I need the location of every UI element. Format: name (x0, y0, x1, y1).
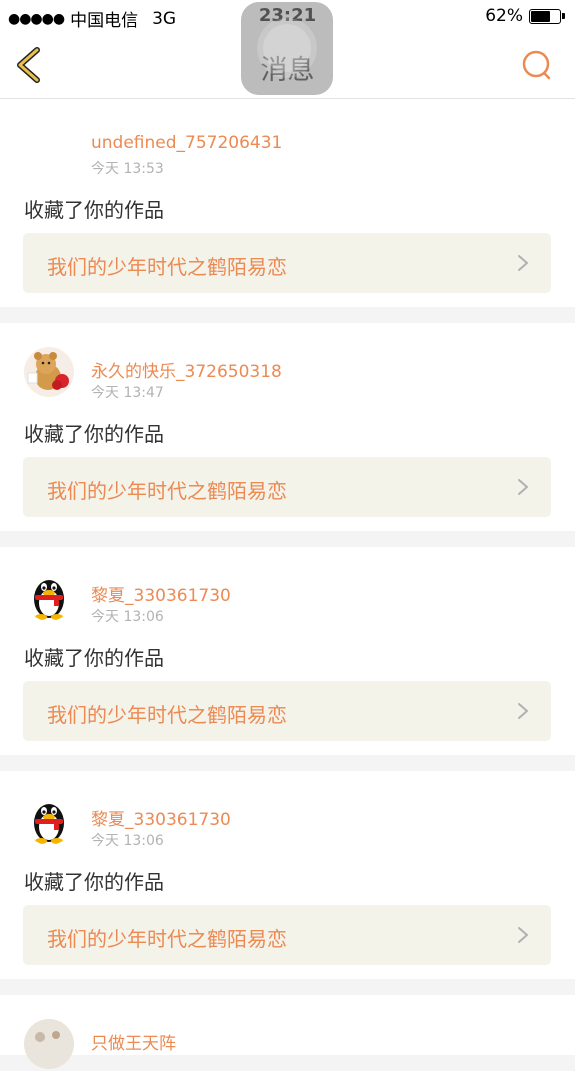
battery-cap (562, 13, 565, 19)
chevron-right-icon (518, 479, 528, 495)
avatar[interactable] (24, 795, 74, 845)
work-link[interactable]: 我们的少年时代之鹤陌易恋 (23, 681, 551, 741)
timestamp: 今天 13:47 (91, 385, 164, 401)
notification-card: undefined_757206431 今天 13:53 收藏了你的作品 我们的… (0, 99, 575, 307)
work-title: 我们的少年时代之鹤陌易恋 (47, 255, 287, 279)
username[interactable]: 黎夏_330361730 (91, 805, 231, 830)
action-text: 收藏了你的作品 (24, 646, 164, 670)
qq-penguin-icon (24, 795, 74, 845)
work-link[interactable]: 我们的少年时代之鹤陌易恋 (23, 457, 551, 517)
battery-percent: 62% (485, 6, 523, 26)
avatar[interactable] (24, 1019, 74, 1069)
search-button[interactable] (517, 46, 557, 86)
notification-card: 黎夏_330361730 今天 13:06 收藏了你的作品 我们的少年时代之鹤陌… (0, 771, 575, 979)
username[interactable]: 永久的快乐_372650318 (91, 357, 282, 382)
status-right: 62% (485, 6, 565, 26)
action-text: 收藏了你的作品 (24, 198, 164, 222)
timestamp: 今天 13:06 (91, 609, 164, 625)
battery-icon (529, 8, 561, 24)
username[interactable]: 只做王天阵 (91, 1029, 176, 1054)
username[interactable]: undefined_757206431 (91, 133, 282, 153)
notification-list: undefined_757206431 今天 13:53 收藏了你的作品 我们的… (0, 99, 575, 1071)
notification-card: 永久的快乐_372650318 今天 13:47 收藏了你的作品 我们的少年时代… (0, 323, 575, 531)
notification-card: 黎夏_330361730 今天 13:06 收藏了你的作品 我们的少年时代之鹤陌… (0, 547, 575, 755)
username[interactable]: 黎夏_330361730 (91, 581, 231, 606)
teddy-bear-icon (24, 347, 74, 397)
work-link[interactable]: 我们的少年时代之鹤陌易恋 (23, 233, 551, 293)
work-title: 我们的少年时代之鹤陌易恋 (47, 703, 287, 727)
avatar[interactable] (24, 123, 74, 173)
avatar-photo-icon (24, 1019, 74, 1069)
work-link[interactable]: 我们的少年时代之鹤陌易恋 (23, 905, 551, 965)
action-text: 收藏了你的作品 (24, 870, 164, 894)
battery-fill (531, 10, 550, 22)
timestamp: 今天 13:06 (91, 833, 164, 849)
chevron-right-icon (518, 255, 528, 271)
qq-penguin-icon (24, 571, 74, 621)
avatar[interactable] (24, 347, 74, 397)
search-icon (522, 50, 551, 80)
work-title: 我们的少年时代之鹤陌易恋 (47, 927, 287, 951)
avatar[interactable] (24, 571, 74, 621)
work-title: 我们的少年时代之鹤陌易恋 (47, 479, 287, 503)
chevron-right-icon (518, 927, 528, 943)
notification-card: 只做王天阵 (0, 995, 575, 1069)
action-text: 收藏了你的作品 (24, 422, 164, 446)
chevron-right-icon (518, 703, 528, 719)
timestamp: 今天 13:53 (91, 161, 164, 177)
assistive-touch-button[interactable] (241, 2, 333, 95)
assistive-touch-icon (263, 24, 311, 72)
